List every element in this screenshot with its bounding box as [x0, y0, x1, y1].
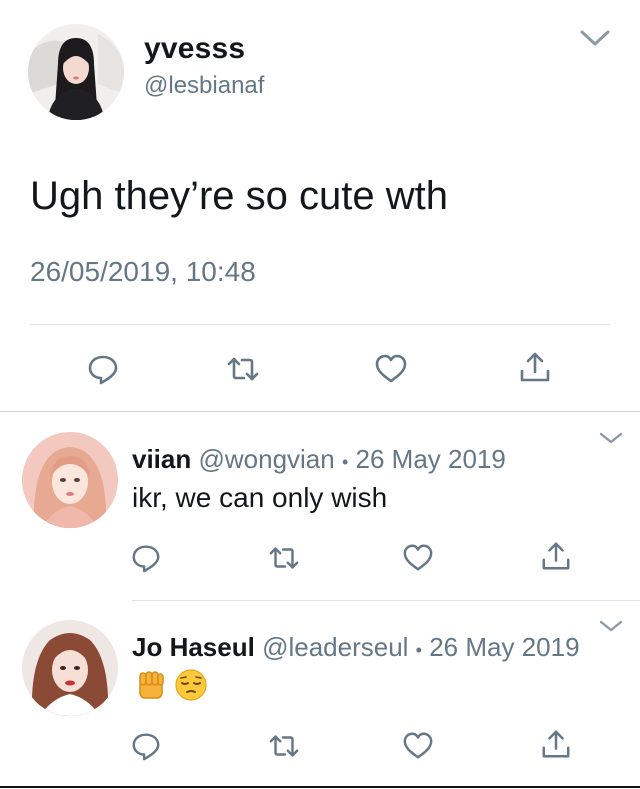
user-handle[interactable]: @lesbianaf: [144, 72, 264, 100]
pensive-face-emoji-graphic: [175, 669, 207, 701]
tweet-date[interactable]: 26 May 2019: [429, 632, 579, 662]
avatar[interactable]: [22, 620, 118, 716]
tweet-text: Ugh they’re so cute wth: [30, 174, 448, 218]
reply-icon[interactable]: [86, 352, 120, 386]
user-handle[interactable]: @wongvian: [198, 444, 334, 474]
tweet-timestamp[interactable]: 26/05/2019, 10:48: [30, 256, 256, 288]
chevron-down-icon[interactable]: [578, 26, 612, 50]
section-divider: [0, 411, 640, 412]
chevron-down-icon[interactable]: [598, 618, 624, 634]
like-icon[interactable]: [374, 352, 408, 386]
chevron-down-icon[interactable]: [598, 430, 624, 446]
retweet-icon[interactable]: [226, 352, 260, 386]
retweet-icon[interactable]: [268, 730, 300, 762]
like-icon[interactable]: [402, 730, 434, 762]
user-handle[interactable]: @leaderseul: [262, 632, 408, 662]
display-name[interactable]: yvesss: [144, 32, 245, 66]
like-icon[interactable]: [402, 542, 434, 574]
tweet-date[interactable]: 26 May 2019: [356, 444, 506, 474]
bottom-divider: [0, 786, 640, 788]
share-icon[interactable]: [540, 728, 572, 760]
avatar[interactable]: [22, 432, 118, 528]
reply-header: Jo Haseul @leaderseul • 26 May 2019: [132, 632, 580, 663]
raised-fist-emoji-graphic: [139, 671, 164, 699]
reply-icon[interactable]: [130, 730, 162, 762]
separator-dot: •: [415, 640, 422, 660]
display-name[interactable]: viian: [132, 444, 191, 474]
avatar-photo: [22, 432, 118, 528]
avatar-photo: [22, 620, 118, 716]
display-name[interactable]: Jo Haseul: [132, 632, 255, 662]
share-icon[interactable]: [540, 540, 572, 572]
section-divider: [132, 600, 640, 601]
reply-header: viian @wongvian • 26 May 2019: [132, 444, 506, 475]
avatar-photo: [28, 24, 124, 120]
divider: [30, 324, 610, 325]
separator-dot: •: [341, 452, 349, 472]
share-icon[interactable]: [518, 350, 552, 384]
tweet-text: ikr, we can only wish: [132, 482, 388, 513]
reply-icon[interactable]: [130, 542, 162, 574]
emoji-row: ✊ 😔: [134, 668, 214, 704]
retweet-icon[interactable]: [268, 542, 300, 574]
avatar[interactable]: [28, 24, 124, 120]
